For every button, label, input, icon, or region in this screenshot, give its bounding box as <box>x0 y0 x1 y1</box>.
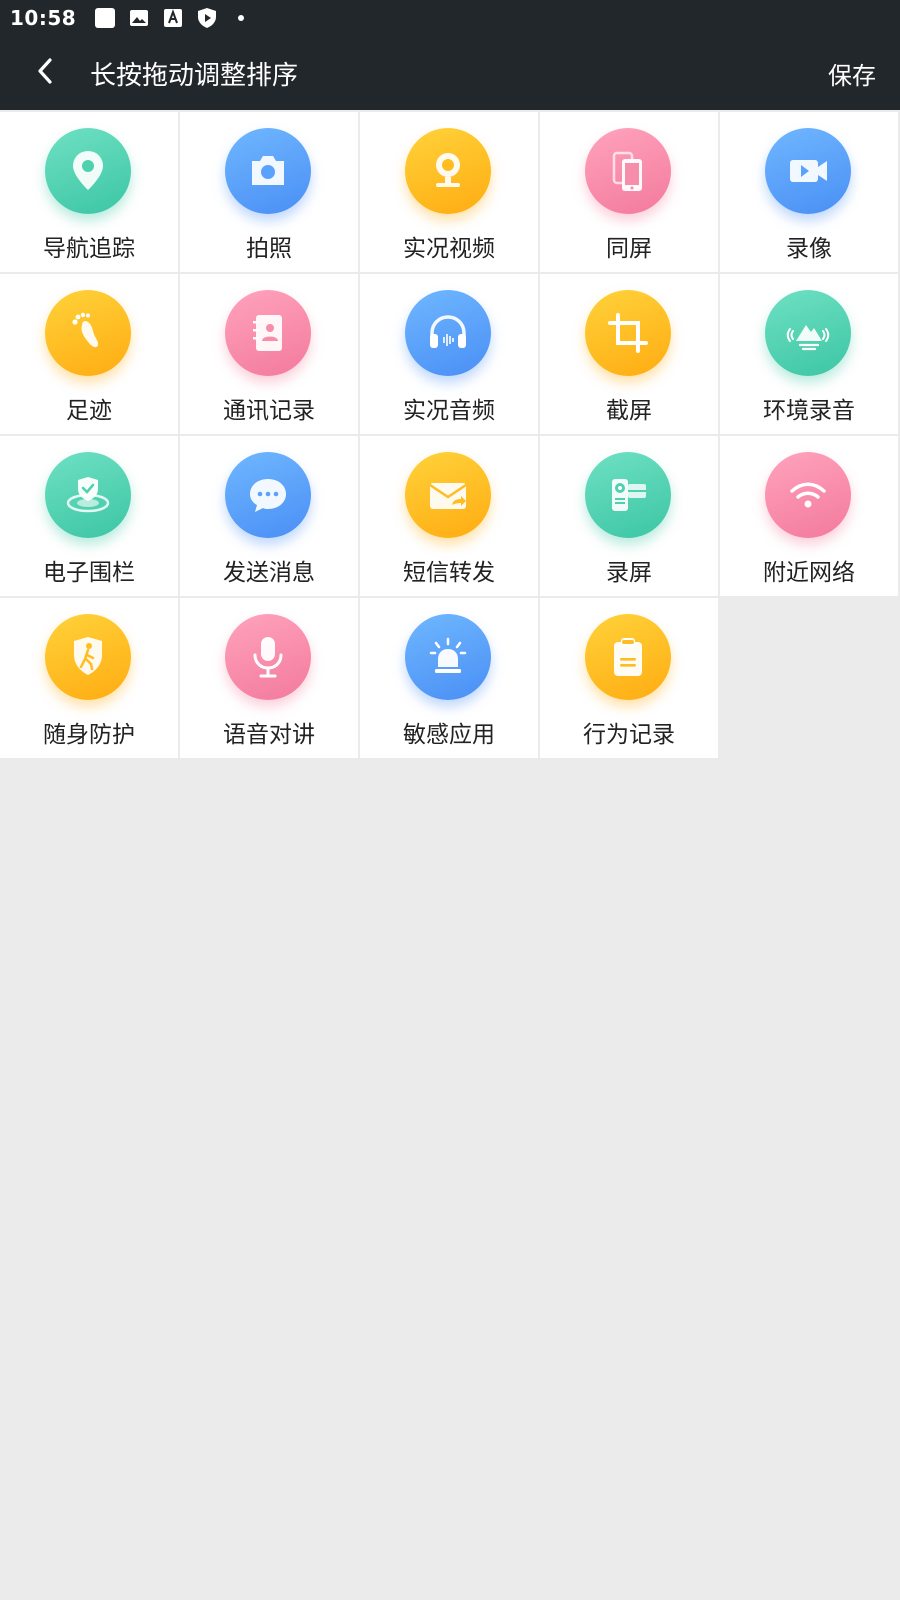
feature-tile-photo[interactable]: 拍照 <box>180 112 358 272</box>
shield-fence-icon <box>45 452 131 538</box>
status-bar: 10:58 <box>0 0 900 36</box>
shield-play-icon <box>196 7 218 29</box>
feature-tile-geo-fence[interactable]: 电子围栏 <box>0 436 178 596</box>
tile-label: 录像 <box>786 236 832 262</box>
tile-label: 随身防护 <box>43 722 135 748</box>
chat-bubble-icon <box>225 452 311 538</box>
tile-label: 同屏 <box>606 236 652 262</box>
tile-label: 发送消息 <box>223 560 315 586</box>
tile-label: 环境录音 <box>763 398 855 424</box>
feature-tile-live-video[interactable]: 实况视频 <box>360 112 538 272</box>
wifi-icon <box>765 452 851 538</box>
dot-icon <box>230 7 252 29</box>
tile-label: 实况音频 <box>403 398 495 424</box>
tile-label: 实况视频 <box>403 236 495 262</box>
feature-tile-behavior-log[interactable]: 行为记录 <box>540 598 718 758</box>
tile-label: 截屏 <box>606 398 652 424</box>
blank-square-icon <box>94 7 116 29</box>
feature-tile-record-video[interactable]: 录像 <box>720 112 898 272</box>
page-title: 长按拖动调整排序 <box>90 60 299 91</box>
back-button[interactable] <box>0 36 90 110</box>
save-button[interactable]: 保存 <box>828 56 876 91</box>
tile-label: 敏感应用 <box>403 722 495 748</box>
clipboard-icon <box>585 614 671 700</box>
feature-tile-screen-record[interactable]: 录屏 <box>540 436 718 596</box>
status-icons <box>94 7 252 29</box>
tile-label: 语音对讲 <box>223 722 315 748</box>
phone-mirror-icon <box>585 128 671 214</box>
feature-tile-send-message[interactable]: 发送消息 <box>180 436 358 596</box>
feature-tile-screen-mirror[interactable]: 同屏 <box>540 112 718 272</box>
location-pin-icon <box>45 128 131 214</box>
headphones-icon <box>405 290 491 376</box>
video-camera-icon <box>765 128 851 214</box>
feature-tile-nearby-network[interactable]: 附近网络 <box>720 436 898 596</box>
feature-tile-screenshot[interactable]: 截屏 <box>540 274 718 434</box>
screen-record-icon <box>585 452 671 538</box>
webcam-icon <box>405 128 491 214</box>
feature-tile-ambient-recording[interactable]: 环境录音 <box>720 274 898 434</box>
feature-tile-live-audio[interactable]: 实况音频 <box>360 274 538 434</box>
camera-icon <box>225 128 311 214</box>
tile-label: 通讯记录 <box>223 398 315 424</box>
mountain-sound-icon <box>765 290 851 376</box>
feature-tile-footprint[interactable]: 足迹 <box>0 274 178 434</box>
chevron-left-icon <box>33 56 57 90</box>
walking-shield-icon <box>45 614 131 700</box>
feature-tile-sensitive-apps[interactable]: 敏感应用 <box>360 598 538 758</box>
feature-tile-navigation-tracking[interactable]: 导航追踪 <box>0 112 178 272</box>
tile-label: 附近网络 <box>763 560 855 586</box>
feature-tile-voice-intercom[interactable]: 语音对讲 <box>180 598 358 758</box>
tile-label: 行为记录 <box>583 722 675 748</box>
tile-label: 电子围栏 <box>43 560 135 586</box>
feature-tile-personal-protection[interactable]: 随身防护 <box>0 598 178 758</box>
contacts-book-icon <box>225 290 311 376</box>
status-time: 10:58 <box>10 6 77 30</box>
tile-label: 短信转发 <box>403 560 495 586</box>
tile-label: 导航追踪 <box>43 236 135 262</box>
feature-grid: 导航追踪 拍照 实况视频 同屏 录像 足迹 通讯记录 实况音频 截屏 环境录音 … <box>0 112 900 758</box>
crop-icon <box>585 290 671 376</box>
font-icon <box>162 7 184 29</box>
alarm-light-icon <box>405 614 491 700</box>
feature-tile-sms-forward[interactable]: 短信转发 <box>360 436 538 596</box>
toolbar: 长按拖动调整排序 保存 <box>0 36 900 110</box>
microphone-icon <box>225 614 311 700</box>
tile-label: 录屏 <box>606 560 652 586</box>
tile-label: 足迹 <box>66 398 112 424</box>
feature-tile-contact-log[interactable]: 通讯记录 <box>180 274 358 434</box>
image-icon <box>128 7 150 29</box>
envelope-forward-icon <box>405 452 491 538</box>
tile-label: 拍照 <box>246 236 292 262</box>
footprint-icon <box>45 290 131 376</box>
